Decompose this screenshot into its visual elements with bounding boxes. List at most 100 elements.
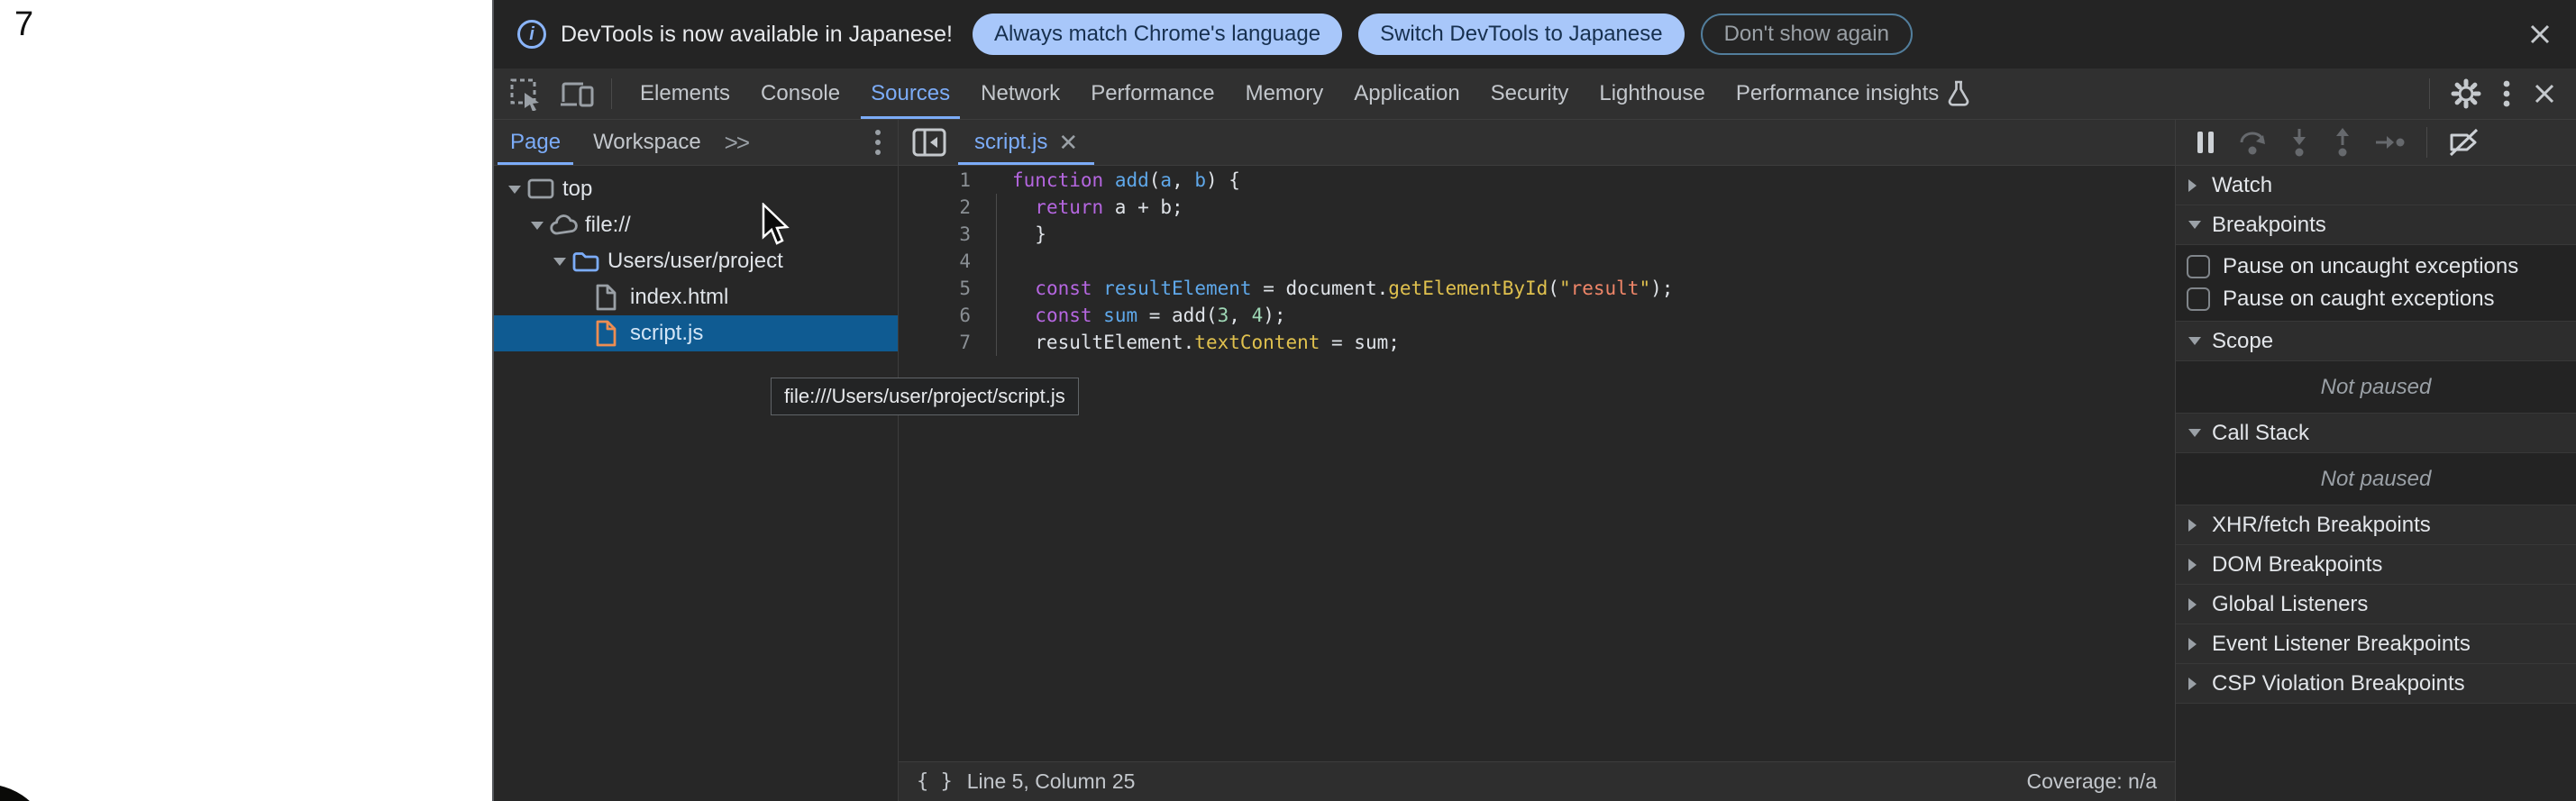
navigator-tab-page[interactable]: Page <box>494 120 577 165</box>
section-header-xhr-fetch-breakpoints[interactable]: XHR/fetch Breakpoints <box>2176 505 2576 545</box>
tab-label: Elements <box>640 81 730 106</box>
tab-console[interactable]: Console <box>745 68 855 119</box>
section-label: Event Listener Breakpoints <box>2212 632 2471 657</box>
line-number[interactable]: 6 <box>899 305 994 326</box>
section-header-call-stack[interactable]: Call Stack <box>2176 414 2576 453</box>
step-into-icon[interactable] <box>2288 127 2311 158</box>
line-number[interactable]: 1 <box>899 169 994 191</box>
section-header-dom-breakpoints[interactable]: DOM Breakpoints <box>2176 545 2576 585</box>
tab-label: Memory <box>1246 81 1324 106</box>
step-over-icon[interactable] <box>2237 128 2268 157</box>
tab-label: Sources <box>871 81 950 106</box>
code-line-5[interactable]: 5 const resultElement = document.getElem… <box>899 275 2175 302</box>
tree-item-users-user-project[interactable]: Users/user/project <box>494 243 898 279</box>
tree-item-script-js[interactable]: script.js <box>494 315 898 351</box>
code-line-3[interactable]: 3 } <box>899 221 2175 248</box>
checkbox-row-pause-on-uncaught-exceptions[interactable]: Pause on uncaught exceptions <box>2176 250 2576 283</box>
tab-label: Network <box>981 81 1060 106</box>
tab-close-icon[interactable]: ✕ <box>1058 131 1078 154</box>
tab-security[interactable]: Security <box>1475 68 1585 119</box>
banner-button-switch-devtools-to-japanese[interactable]: Switch DevTools to Japanese <box>1358 14 1685 55</box>
code-line-2[interactable]: 2 return a + b; <box>899 194 2175 221</box>
tree-item-index-html[interactable]: index.html <box>494 279 898 315</box>
editor-pane: script.js ✕ 1function add(a, b) {2 retur… <box>899 120 2176 801</box>
line-number[interactable]: 4 <box>899 250 994 272</box>
settings-gear-icon[interactable] <box>2450 77 2482 110</box>
tree-item-top[interactable]: top <box>494 171 898 207</box>
infobar-close-icon[interactable] <box>2526 20 2554 49</box>
tree-item-label: file:// <box>585 213 631 238</box>
devtools-window: i DevTools is now available in Japanese!… <box>492 0 2576 801</box>
tab-network[interactable]: Network <box>965 68 1075 119</box>
tab-label: Performance insights <box>1736 81 1939 106</box>
line-number[interactable]: 7 <box>899 332 994 353</box>
line-content: resultElement.textContent = sum; <box>994 332 1400 353</box>
deactivate-breakpoints-icon[interactable] <box>2447 127 2481 158</box>
debugger-sections: Watch Breakpoints Pause on uncaught except… <box>2176 166 2576 801</box>
section-body-call-stack: Not paused <box>2176 453 2576 505</box>
step-icon[interactable] <box>2374 129 2407 156</box>
devtools-close-icon[interactable] <box>2531 80 2558 107</box>
navigator-tab-workspace[interactable]: Workspace <box>577 120 717 165</box>
inspect-element-icon[interactable] <box>508 77 543 111</box>
tab-application[interactable]: Application <box>1338 68 1475 119</box>
device-toolbar-icon[interactable] <box>559 77 595 110</box>
tab-performance-insights[interactable]: Performance insights <box>1721 68 1986 119</box>
flask-icon <box>1947 80 1970 107</box>
section-header-scope[interactable]: Scope <box>2176 322 2576 361</box>
line-number[interactable]: 2 <box>899 196 994 218</box>
section-label: DOM Breakpoints <box>2212 552 2382 578</box>
pretty-print-icon[interactable]: { } <box>917 770 953 793</box>
collapse-arrow-icon[interactable] <box>507 186 523 194</box>
section-header-breakpoints[interactable]: Breakpoints <box>2176 205 2576 245</box>
section-header-watch[interactable]: Watch <box>2176 166 2576 205</box>
code-line-6[interactable]: 6 const sum = add(3, 4); <box>899 302 2175 329</box>
toolbar-divider <box>611 78 612 109</box>
code-line-7[interactable]: 7 resultElement.textContent = sum; <box>899 329 2175 356</box>
banner-button-don-t-show-again[interactable]: Don't show again <box>1701 14 1913 55</box>
tree-item-label: index.html <box>630 285 728 310</box>
line-number[interactable]: 5 <box>899 278 994 299</box>
banner-button-always-match-chrome-s-language[interactable]: Always match Chrome's language <box>973 14 1342 55</box>
more-tabs-chevron[interactable]: >> <box>717 129 755 157</box>
section-label: Breakpoints <box>2212 213 2326 238</box>
info-icon: i <box>517 20 546 49</box>
tree-item-file[interactable]: file:// <box>494 207 898 243</box>
checkbox-label: Pause on caught exceptions <box>2223 287 2495 312</box>
tab-elements[interactable]: Elements <box>625 68 745 119</box>
code-editor[interactable]: 1function add(a, b) {2 return a + b;3 }4… <box>899 166 2175 761</box>
more-options-kebab-icon[interactable] <box>2502 77 2511 110</box>
tab-performance[interactable]: Performance <box>1075 68 1229 119</box>
section-header-csp-violation-breakpoints[interactable]: CSP Violation Breakpoints <box>2176 664 2576 704</box>
tab-sources[interactable]: Sources <box>855 68 965 119</box>
not-paused-message: Not paused <box>2321 467 2432 492</box>
tab-lighthouse[interactable]: Lighthouse <box>1584 68 1720 119</box>
checkbox-unchecked[interactable] <box>2187 255 2210 278</box>
section-label: Scope <box>2212 329 2273 354</box>
checkbox-unchecked[interactable] <box>2187 287 2210 311</box>
open-file-tab[interactable]: script.js ✕ <box>956 120 1096 165</box>
step-out-icon[interactable] <box>2331 127 2354 158</box>
line-content: function add(a, b) { <box>994 169 1240 191</box>
code-line-1[interactable]: 1function add(a, b) { <box>899 167 2175 194</box>
debugger-toolbar <box>2176 120 2576 166</box>
line-number[interactable]: 3 <box>899 223 994 245</box>
collapse-arrow-icon[interactable] <box>529 222 545 230</box>
checkbox-row-pause-on-caught-exceptions[interactable]: Pause on caught exceptions <box>2176 283 2576 315</box>
navigator-kebab-icon[interactable] <box>874 128 898 157</box>
section-header-global-listeners[interactable]: Global Listeners <box>2176 585 2576 624</box>
mouse-cursor <box>761 203 791 246</box>
pause-script-icon[interactable] <box>2194 129 2217 156</box>
collapse-arrow-icon[interactable] <box>552 258 568 266</box>
tab-label: Lighthouse <box>1599 81 1704 106</box>
tab-memory[interactable]: Memory <box>1230 68 1339 119</box>
corner-cursor-fragment <box>0 784 52 801</box>
sources-panel: PageWorkspace >> top file:// Users/user/pr… <box>494 120 2576 801</box>
navigator-pane: PageWorkspace >> top file:// Users/user/pr… <box>494 120 899 801</box>
expand-arrow-icon <box>2188 638 2212 651</box>
code-line-4[interactable]: 4 <box>899 248 2175 275</box>
section-label: Call Stack <box>2212 421 2309 446</box>
hide-navigator-icon[interactable] <box>911 127 947 158</box>
panel-tabs: Elements Console Sources Network Performance… <box>625 68 1986 119</box>
section-header-event-listener-breakpoints[interactable]: Event Listener Breakpoints <box>2176 624 2576 664</box>
